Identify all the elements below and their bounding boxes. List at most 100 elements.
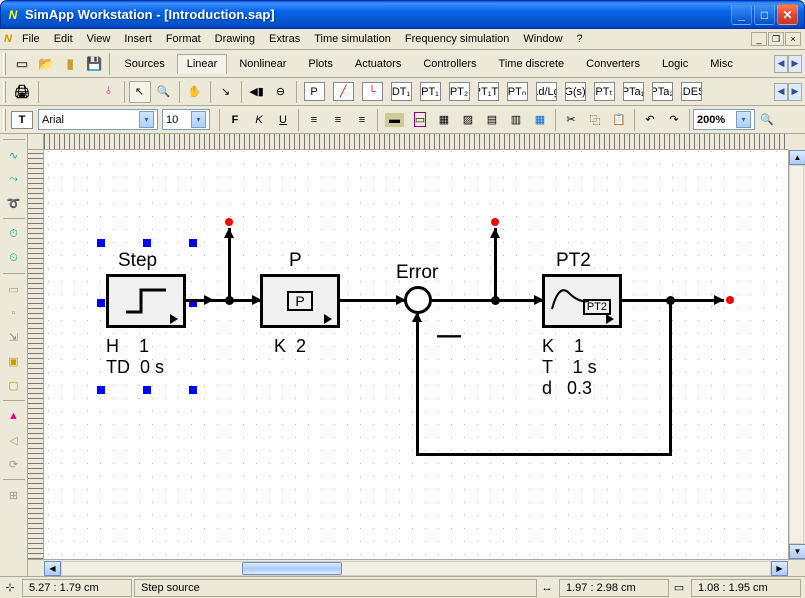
palette-PTa2[interactable]: PTa₂ bbox=[649, 81, 676, 103]
left-spiral-tool[interactable]: ➰ bbox=[3, 192, 25, 214]
pan-tool[interactable]: ✋ bbox=[184, 81, 206, 103]
palette-PTa1[interactable]: PTa₁ bbox=[620, 81, 647, 103]
pattern3[interactable]: ▤ bbox=[481, 109, 503, 131]
tab-time-discrete[interactable]: Time discrete bbox=[489, 54, 575, 74]
menu-freq-sim[interactable]: Frequency simulation bbox=[398, 31, 517, 47]
menu-file[interactable]: File bbox=[15, 31, 47, 47]
underline-button[interactable]: U bbox=[272, 109, 294, 131]
tabs-scroll-right[interactable]: ▶ bbox=[788, 55, 802, 73]
left-group[interactable]: ▭ bbox=[3, 278, 25, 300]
menu-extras[interactable]: Extras bbox=[262, 31, 307, 47]
print-button[interactable]: 🖨 bbox=[11, 81, 34, 103]
step-block[interactable] bbox=[106, 274, 186, 328]
paste-button[interactable]: 📋 bbox=[608, 109, 630, 131]
palette-I[interactable]: ╱ bbox=[330, 81, 357, 103]
menu-time-sim[interactable]: Time simulation bbox=[307, 31, 398, 47]
line-color[interactable]: ▭ bbox=[409, 109, 431, 131]
left-flip-v[interactable]: ▲ bbox=[3, 405, 25, 427]
fill-color[interactable]: ▬ bbox=[382, 109, 407, 131]
copy-button[interactable]: ⿻ bbox=[584, 109, 606, 131]
close-button[interactable]: ✕ bbox=[777, 4, 798, 25]
palette-PT1T2[interactable]: PT₁T₂ bbox=[475, 81, 502, 103]
italic-button[interactable]: K bbox=[248, 109, 270, 131]
left-rotate[interactable]: ⟳ bbox=[3, 453, 25, 475]
zoom-tool[interactable]: 🔍 bbox=[153, 81, 175, 103]
palette-LdLg[interactable]: Ld/Lg bbox=[533, 81, 560, 103]
font-name-combo[interactable]: Arial▾ bbox=[38, 109, 158, 130]
tab-sources[interactable]: Sources bbox=[114, 54, 174, 74]
menu-view[interactable]: View bbox=[80, 31, 118, 47]
left-flip-h[interactable]: ◁ bbox=[3, 429, 25, 451]
minimize-button[interactable]: _ bbox=[731, 4, 752, 25]
palette-PTt[interactable]: PTₜ bbox=[591, 81, 618, 103]
draw-line-tool[interactable]: ↘ bbox=[215, 81, 237, 103]
tab-misc[interactable]: Misc bbox=[700, 54, 743, 74]
zoom-combo[interactable]: 200%▾ bbox=[693, 109, 755, 130]
menu-insert[interactable]: Insert bbox=[117, 31, 159, 47]
tab-nonlinear[interactable]: Nonlinear bbox=[229, 54, 296, 74]
left-freq-tool[interactable]: ⏲ bbox=[3, 247, 25, 269]
palette-PT2[interactable]: PT₂ bbox=[446, 81, 473, 103]
left-ungroup[interactable]: ▫ bbox=[3, 302, 25, 324]
tab-converters[interactable]: Converters bbox=[576, 54, 650, 74]
tab-logic[interactable]: Logic bbox=[652, 54, 698, 74]
palette-PT1[interactable]: PT₁ bbox=[417, 81, 444, 103]
palette-PTn[interactable]: PTₙ bbox=[504, 81, 531, 103]
palette-P[interactable]: P bbox=[301, 81, 328, 103]
pattern1[interactable]: ▦ bbox=[433, 109, 455, 131]
left-misc[interactable]: ⊞ bbox=[3, 484, 25, 506]
new-button[interactable]: ▭ bbox=[11, 53, 33, 75]
palette-scroll-left[interactable]: ◀ bbox=[774, 83, 788, 101]
tab-plots[interactable]: Plots bbox=[298, 54, 342, 74]
open-button[interactable]: 📂 bbox=[35, 53, 57, 75]
pattern2[interactable]: ▨ bbox=[457, 109, 479, 131]
sum-tool[interactable]: ⊖ bbox=[270, 81, 292, 103]
align-right[interactable]: ≡ bbox=[351, 109, 373, 131]
menu-drawing[interactable]: Drawing bbox=[208, 31, 262, 47]
undo-button[interactable]: ↶ bbox=[639, 109, 661, 131]
mdi-restore[interactable]: ❐ bbox=[768, 32, 784, 46]
tab-actuators[interactable]: Actuators bbox=[345, 54, 411, 74]
menu-window[interactable]: Window bbox=[516, 31, 569, 47]
zoom-in-button[interactable]: 🔍 bbox=[756, 109, 778, 131]
scrollbar-vertical[interactable]: ▲▼ bbox=[788, 150, 805, 559]
align-center[interactable]: ≡ bbox=[327, 109, 349, 131]
left-time-tool[interactable]: ⏱ bbox=[3, 223, 25, 245]
mdi-minimize[interactable]: _ bbox=[751, 32, 767, 46]
left-hierarchy[interactable]: ⇲ bbox=[3, 326, 25, 348]
error-sum[interactable] bbox=[404, 286, 432, 314]
menu-format[interactable]: Format bbox=[159, 31, 208, 47]
tab-controllers[interactable]: Controllers bbox=[413, 54, 486, 74]
tabs-scroll-left[interactable]: ◀ bbox=[774, 55, 788, 73]
menu-edit[interactable]: Edit bbox=[47, 31, 80, 47]
bold-button[interactable]: F bbox=[224, 109, 246, 131]
pt2-block[interactable]: PT2 bbox=[542, 274, 622, 328]
menu-help[interactable]: ? bbox=[570, 31, 590, 47]
left-curve-tool[interactable]: ∿ bbox=[3, 144, 25, 166]
palette-scroll-right[interactable]: ▶ bbox=[788, 83, 802, 101]
palette-Gs[interactable]: G(s) bbox=[562, 81, 589, 103]
folder-button[interactable]: ▮ bbox=[59, 53, 81, 75]
cut-button[interactable]: ✂ bbox=[560, 109, 582, 131]
left-back[interactable]: ▢ bbox=[3, 374, 25, 396]
left-arc-tool[interactable]: ⤳ bbox=[3, 168, 25, 190]
mdi-close[interactable]: × bbox=[785, 32, 801, 46]
p-block[interactable]: P bbox=[260, 274, 340, 328]
palette-DT1[interactable]: DT₁ bbox=[388, 81, 415, 103]
palette-D[interactable]: └ bbox=[359, 81, 386, 103]
scrollbar-horizontal[interactable]: ◀▶ bbox=[28, 559, 805, 576]
probe-tool[interactable]: ⫰ bbox=[98, 81, 120, 103]
canvas[interactable]: Step H 1 TD 0 s bbox=[44, 150, 788, 559]
redo-button[interactable]: ↷ bbox=[663, 109, 685, 131]
text-tool[interactable]: T bbox=[11, 111, 33, 129]
flip-tool[interactable]: ◀▮ bbox=[246, 81, 268, 103]
grid-toggle[interactable]: ▦ bbox=[529, 109, 551, 131]
font-size-combo[interactable]: 10▾ bbox=[162, 109, 210, 130]
align-left[interactable]: ≡ bbox=[303, 109, 325, 131]
pointer-tool[interactable]: ↖ bbox=[129, 81, 151, 103]
save-button[interactable]: 💾 bbox=[83, 53, 105, 75]
maximize-button[interactable]: □ bbox=[754, 4, 775, 25]
left-front[interactable]: ▣ bbox=[3, 350, 25, 372]
palette-LDES[interactable]: LDES bbox=[678, 81, 705, 103]
pattern4[interactable]: ▥ bbox=[505, 109, 527, 131]
